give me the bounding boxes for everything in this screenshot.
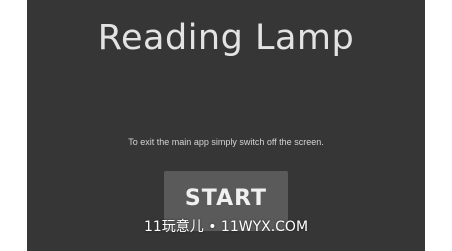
app-title: Reading Lamp — [97, 18, 355, 58]
app-screen: Reading Lamp To exit the main app simply… — [27, 0, 425, 251]
watermark: 11玩意儿 • 11WYX.COM — [143, 219, 309, 235]
exit-hint-text: To exit the main app simply switch off t… — [128, 137, 324, 147]
